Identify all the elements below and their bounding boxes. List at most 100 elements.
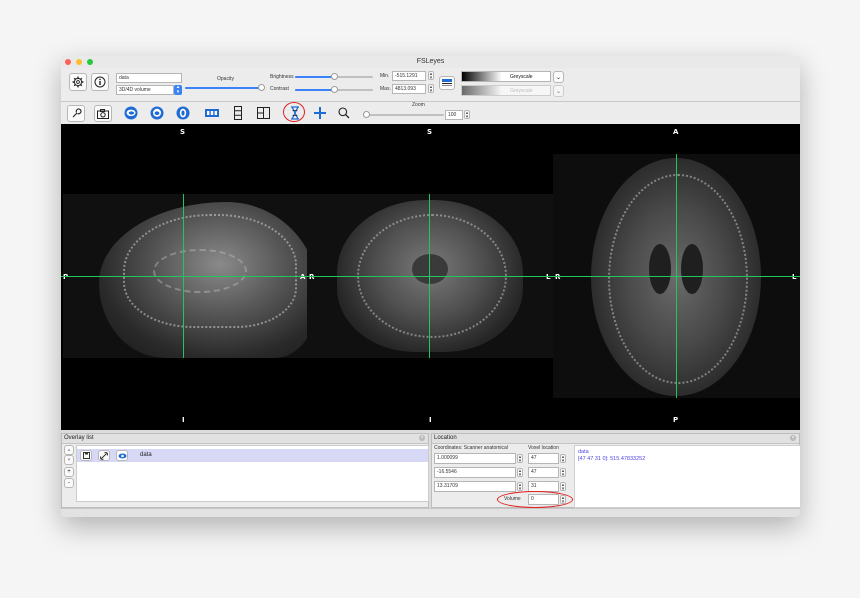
layout-vertical-button[interactable] [230, 105, 246, 120]
remove-overlay-button[interactable]: - [64, 478, 74, 488]
location-info-name: data [578, 449, 589, 455]
coronal-top-label: S [427, 128, 433, 136]
opacity-label: Opacity [217, 76, 234, 82]
axial-top-label: A [673, 128, 679, 136]
toggle-coronal-button[interactable] [149, 105, 165, 120]
overlay-type-dropdown-button[interactable]: ▴ ▾ [174, 85, 182, 95]
coord-x-input[interactable]: 1.000099 [434, 453, 516, 464]
ortho-view-canvas[interactable]: S I P A S I R L A P R L [61, 124, 800, 430]
overlay-info-button[interactable] [91, 73, 109, 91]
camera-icon [97, 108, 109, 119]
ortho-toolbar: Zoom 100 ▴ ▾ [61, 102, 800, 125]
toggle-visibility-button[interactable] [116, 450, 128, 461]
coronal-view[interactable]: S I R L [307, 124, 553, 430]
max-value-spinner[interactable]: ▴ ▾ [428, 84, 434, 94]
layout-horizontal-button[interactable] [204, 105, 220, 120]
max-label: Max. [380, 86, 391, 92]
coord-z-input[interactable]: 13.31709 [434, 481, 516, 492]
link-overlay-button[interactable] [98, 450, 110, 461]
overlay-display-toolbar: data 3D/4D volume ▴ ▾ Opacity Brightness … [61, 68, 800, 102]
movie-button-highlight [283, 102, 305, 122]
zoom-label: Zoom [412, 102, 425, 108]
coronal-cursor-horizontal [307, 276, 553, 277]
chevron-down-icon: ⌄ [555, 74, 562, 81]
overlay-name-input[interactable]: data [116, 73, 182, 83]
brightness-slider[interactable] [295, 73, 373, 80]
toggle-sagittal-button[interactable] [123, 105, 139, 120]
overlay-item-name: data [140, 452, 152, 458]
voxel-location-header: Voxel location [528, 445, 559, 451]
axial-left-label: R [555, 273, 561, 281]
sagittal-bottom-label: I [182, 416, 185, 424]
add-overlay-button[interactable]: + [64, 467, 74, 477]
negative-colormap-dropdown-button[interactable]: ⌄ [553, 85, 564, 97]
voxel-y-spinner[interactable]: ▴ ▾ [560, 468, 566, 478]
brightness-slider-handle[interactable] [331, 73, 338, 80]
min-value-input[interactable]: -515.1291 [392, 71, 426, 81]
layout-horizontal-icon [205, 108, 219, 117]
sagittal-right-label: A [300, 273, 306, 281]
move-overlay-down-button[interactable]: ▾ [64, 455, 74, 465]
contrast-slider-handle[interactable] [331, 86, 338, 93]
zoom-input[interactable]: 100 [445, 110, 463, 120]
voxel-z-spinner[interactable]: ▴ ▾ [560, 482, 566, 492]
status-bar [61, 508, 800, 517]
sagittal-view[interactable]: S I P A [61, 124, 319, 430]
location-info-box: data [47 47 31 0]: 515.47833252 [574, 445, 800, 508]
coord-y-spinner[interactable]: ▴ ▾ [517, 468, 523, 478]
contrast-label: Contrast [270, 86, 289, 92]
overlay-list-header: Overlay list × [62, 434, 428, 444]
axial-bottom-label: P [673, 416, 679, 424]
coordinates-header: Coordinates: Scanner anatomical [434, 445, 508, 451]
sagittal-cursor-horizontal [61, 276, 307, 277]
eye-icon [118, 453, 126, 458]
contrast-slider[interactable] [295, 86, 373, 93]
min-value-spinner[interactable]: ▴ ▾ [428, 71, 434, 81]
coronal-right-label: L [546, 273, 551, 281]
overlay-list-item[interactable]: data [77, 449, 428, 462]
opacity-slider-handle[interactable] [258, 84, 265, 91]
coronal-icon [150, 106, 164, 119]
toggle-axial-button[interactable] [175, 105, 191, 120]
sagittal-left-label: P [63, 273, 69, 281]
coord-x-spinner[interactable]: ▴ ▾ [517, 454, 523, 464]
toggle-cursor-button[interactable] [312, 105, 328, 120]
save-overlay-button[interactable] [80, 450, 92, 461]
reset-display-range-button[interactable] [439, 76, 455, 90]
colormap-dropdown-button[interactable]: ⌄ [553, 71, 564, 83]
colormap-select[interactable]: Greyscale [461, 71, 551, 82]
close-location-button[interactable]: × [790, 435, 796, 441]
chevron-up-down-icon: ▴ ▾ [176, 84, 180, 95]
axial-view[interactable]: A P R L [553, 124, 800, 430]
voxel-y-input[interactable]: 47 [528, 467, 559, 478]
opacity-slider[interactable] [185, 84, 265, 91]
coord-z-spinner[interactable]: ▴ ▾ [517, 482, 523, 492]
zoom-spinner[interactable]: ▴ ▾ [464, 110, 470, 120]
coord-y-input[interactable]: -16.5546 [434, 467, 516, 478]
screenshot-button[interactable] [94, 105, 112, 122]
overlay-type-select[interactable]: 3D/4D volume [116, 85, 174, 95]
negative-colormap-select[interactable]: Greyscale [461, 85, 551, 96]
colormap-label: Greyscale [510, 74, 533, 80]
voxel-x-input[interactable]: 47 [528, 453, 559, 464]
negative-colormap-label: Greyscale [510, 88, 533, 94]
zoom-slider[interactable] [363, 111, 444, 118]
zoom-button[interactable] [336, 105, 352, 120]
max-value-input[interactable]: 4813.093 [392, 84, 426, 94]
view-settings-button[interactable] [67, 105, 85, 122]
layout-grid-button[interactable] [255, 105, 271, 120]
close-overlay-list-button[interactable]: × [419, 435, 425, 441]
info-icon [94, 76, 106, 88]
wrench-icon [72, 108, 82, 118]
voxel-x-spinner[interactable]: ▴ ▾ [560, 454, 566, 464]
opacity-slider-fill [185, 87, 261, 89]
display-settings-button[interactable] [69, 73, 87, 91]
layout-vertical-icon [234, 105, 242, 120]
location-info-value: [47 47 31 0]: 515.47833252 [578, 456, 646, 462]
coronal-bottom-label: I [429, 416, 432, 424]
crosshair-icon [314, 106, 326, 119]
save-icon [82, 452, 90, 459]
move-overlay-up-button[interactable]: ▴ [64, 445, 74, 455]
axial-right-label: L [792, 273, 797, 281]
zoom-slider-handle[interactable] [363, 111, 370, 118]
